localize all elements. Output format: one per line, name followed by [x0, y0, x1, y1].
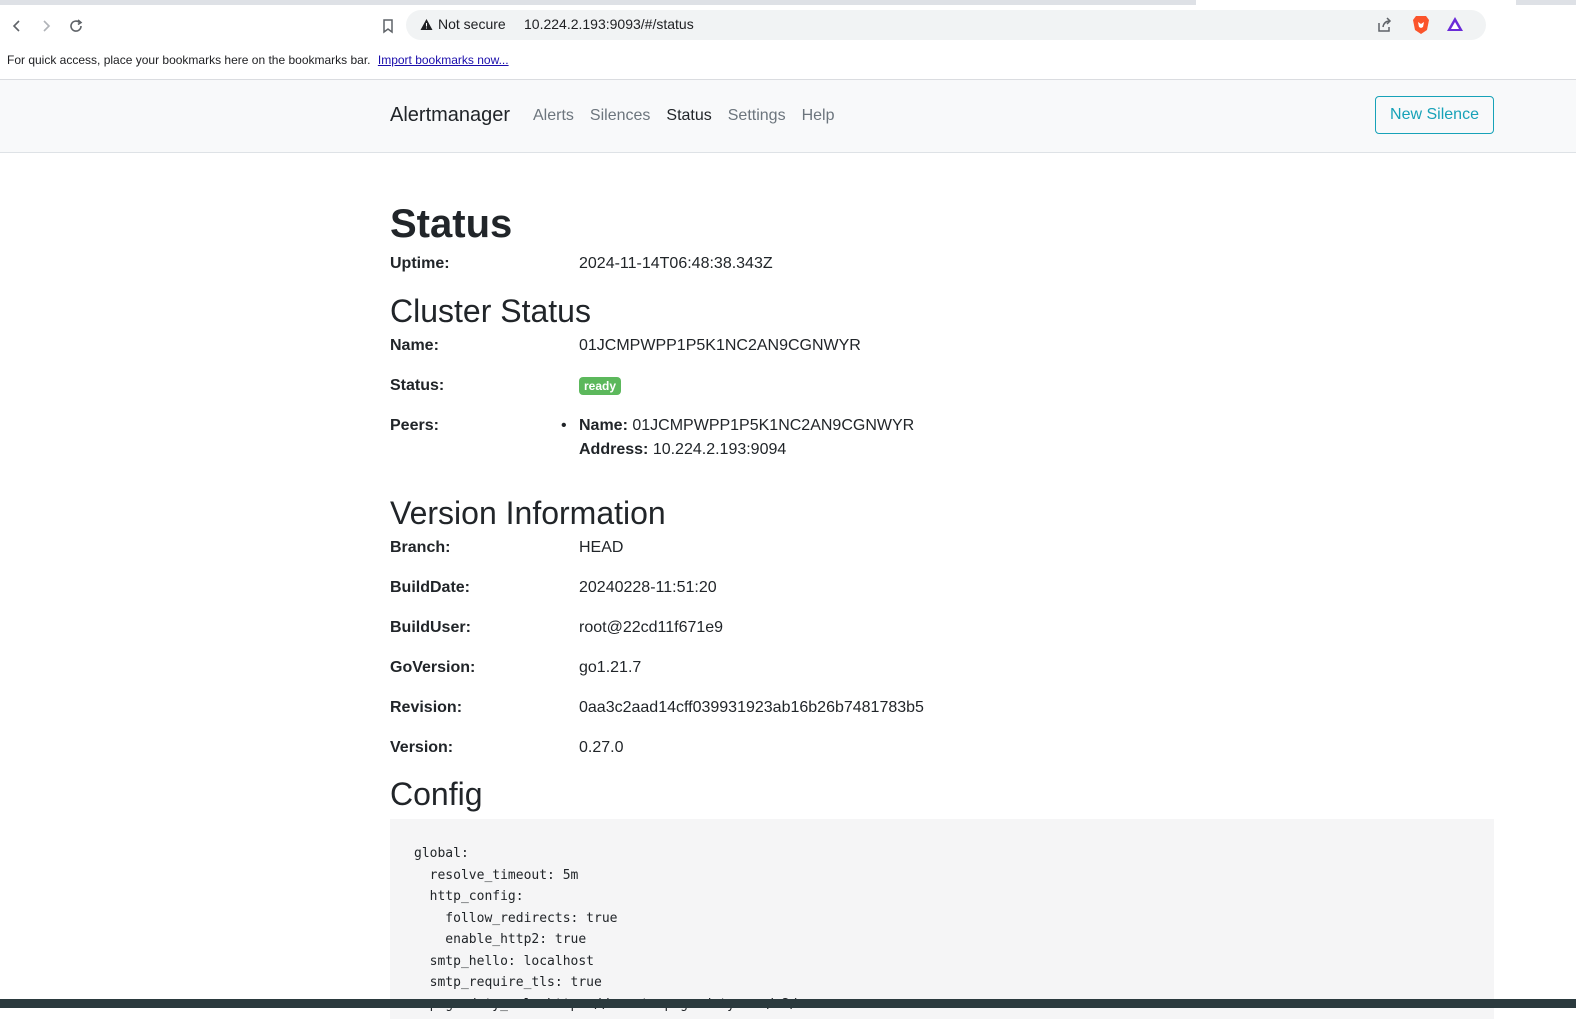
bookmarks-bar: For quick access, place your bookmarks h… [0, 45, 1576, 80]
peer-address-value: 10.224.2.193:9094 [652, 441, 787, 458]
peers-row: Peers: • Name: 01JCMPWPP1P5K1NC2AN9CGNWY… [390, 414, 1494, 464]
bullet-icon: • [561, 417, 567, 434]
nav-links: Alerts Silences Status Settings Help [533, 107, 834, 125]
brand-link[interactable]: Alertmanager [390, 104, 510, 127]
peer-address-label: Address: [579, 441, 649, 458]
version-row-value: root@22cd11f671e9 [579, 619, 724, 636]
nav-alerts[interactable]: Alerts [533, 107, 574, 125]
os-taskbar [0, 999, 1576, 1008]
nav-status[interactable]: Status [666, 107, 711, 125]
version-row-label: Revision: [390, 699, 463, 716]
cluster-name-value: 01JCMPWPP1P5K1NC2AN9CGNWYR [579, 337, 861, 354]
url-text[interactable]: 10.224.2.193:9093/#/status [524, 16, 694, 32]
peer-name-label: Name: [579, 417, 628, 434]
share-button[interactable] [1376, 16, 1394, 39]
nav-settings[interactable]: Settings [728, 107, 786, 125]
version-row-label: Branch: [390, 539, 451, 556]
brave-rewards-button[interactable] [1446, 16, 1464, 37]
forward-button[interactable] [35, 15, 57, 37]
version-row-label: GoVersion: [390, 659, 476, 676]
nav-help[interactable]: Help [802, 107, 835, 125]
brave-shield-button[interactable] [1412, 15, 1430, 40]
brave-lion-icon [1413, 16, 1429, 34]
config-text[interactable]: global: resolve_timeout: 5m http_config:… [414, 843, 1470, 1015]
bookmark-button[interactable] [377, 15, 399, 37]
page-title: Status [390, 202, 513, 246]
chevron-left-icon [12, 20, 20, 32]
back-button[interactable] [6, 15, 28, 37]
peer-name-value: 01JCMPWPP1P5K1NC2AN9CGNWYR [632, 417, 915, 434]
cluster-status-heading: Cluster Status [390, 293, 591, 329]
chevron-right-icon [43, 20, 51, 32]
version-row-value: 0aa3c2aad14cff039931923ab16b26b7481783b5 [579, 699, 924, 716]
reload-button[interactable] [65, 15, 87, 37]
uptime-value: 2024-11-14T06:48:38.343Z [579, 255, 773, 272]
bookmarks-message: For quick access, place your bookmarks h… [7, 53, 371, 67]
uptime-label: Uptime: [390, 255, 450, 272]
config-block[interactable]: global: resolve_timeout: 5m http_config:… [390, 819, 1494, 1019]
nav-silences[interactable]: Silences [590, 107, 650, 125]
version-row-value: 20240228-11:51:20 [579, 579, 717, 596]
config-heading: Config [390, 776, 483, 812]
peers-list: • Name: 01JCMPWPP1P5K1NC2AN9CGNWYR Addre… [561, 414, 915, 462]
version-row-value: HEAD [579, 539, 624, 556]
bookmark-icon [383, 19, 393, 34]
peers-label: Peers: [390, 417, 439, 434]
peer-item: • Name: 01JCMPWPP1P5K1NC2AN9CGNWYR Addre… [561, 414, 915, 462]
version-row-label: BuildUser: [390, 619, 471, 636]
address-bar[interactable]: Not secure 10.224.2.193:9093/#/status [406, 10, 1486, 40]
reload-icon [70, 19, 83, 32]
app-navbar: Alertmanager Alerts Silences Status Sett… [0, 80, 1576, 153]
new-silence-button[interactable]: New Silence [1375, 96, 1494, 134]
version-row-value: 0.27.0 [579, 739, 624, 756]
status-badge: ready [579, 377, 622, 395]
warning-icon [420, 19, 433, 30]
rewards-triangle-icon [1447, 17, 1463, 31]
version-row-value: go1.21.7 [579, 659, 642, 676]
cluster-status-label: Status: [390, 377, 445, 394]
cluster-name-label: Name: [390, 337, 439, 354]
share-icon [1378, 17, 1392, 32]
version-row-label: BuildDate: [390, 579, 470, 596]
version-info-heading: Version Information [390, 495, 666, 531]
not-secure-label[interactable]: Not secure [438, 16, 506, 32]
import-bookmarks-link[interactable]: Import bookmarks now... [378, 53, 509, 67]
browser-toolbar: Not secure 10.224.2.193:9093/#/status [0, 5, 1576, 45]
version-row-label: Version: [390, 739, 454, 756]
